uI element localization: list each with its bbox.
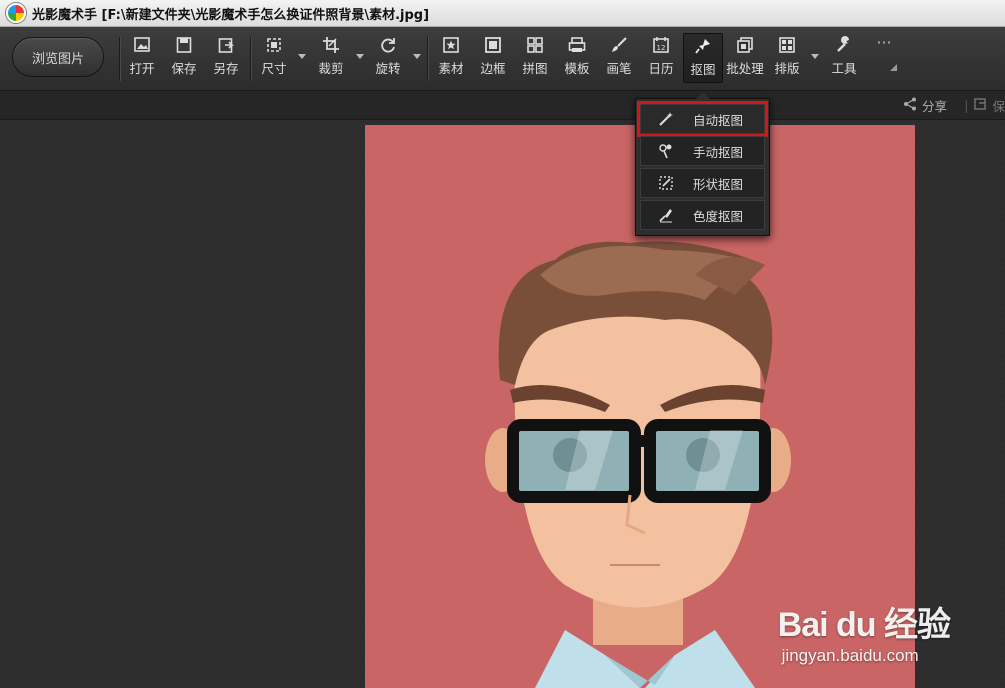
more-icon: ···: [876, 33, 892, 52]
calendar-button[interactable]: 12 日历: [641, 35, 681, 83]
share-icon: [903, 97, 917, 114]
expand-corner-icon[interactable]: [890, 64, 897, 71]
resize-icon: [264, 35, 284, 55]
border-button[interactable]: 边框: [473, 35, 513, 83]
crop-button[interactable]: 裁剪: [311, 35, 351, 83]
crop-icon: [321, 35, 341, 55]
size-button[interactable]: 尺寸: [254, 35, 294, 83]
baidu-watermark: Bai du 经验 jingyan.baidu.com: [777, 597, 951, 666]
share-label: 分享: [921, 99, 947, 114]
save-icon: [174, 35, 194, 55]
layout-button[interactable]: 排版: [767, 35, 807, 83]
manual-cutout-icon: [655, 140, 677, 162]
menu-item-shape-cutout[interactable]: 形状抠图: [640, 168, 765, 198]
more-button[interactable]: ···: [864, 33, 904, 81]
menu-item-manual-cutout[interactable]: 手动抠图: [640, 136, 765, 166]
save-as-icon: [216, 35, 236, 55]
size-label: 尺寸: [261, 61, 287, 76]
secondary-bar: 分享 | 保: [0, 91, 1005, 120]
menu-item-chroma-cutout[interactable]: 色度抠图: [640, 200, 765, 230]
collage-label: 拼图: [522, 61, 548, 76]
crop-label: 裁剪: [318, 61, 344, 76]
cutout-icon: [693, 36, 713, 56]
chroma-cutout-icon: [655, 204, 677, 226]
main-toolbar: 浏览图片 打开 保存 另存 尺寸 裁剪 旋转 素材 边框 拼图 模板 画笔 12…: [0, 27, 1005, 91]
menu-item-auto-cutout[interactable]: 自动抠图: [637, 101, 768, 137]
template-label: 模板: [564, 61, 590, 76]
share-button[interactable]: 分享: [903, 96, 947, 115]
secondary-save-label: 保: [992, 99, 1005, 114]
calendar-day-text: 12: [657, 44, 666, 52]
template-icon: [567, 35, 587, 55]
rotate-icon: [378, 35, 398, 55]
collage-button[interactable]: 拼图: [515, 35, 555, 83]
save-as-button[interactable]: 另存: [206, 35, 246, 83]
save-label: 保存: [171, 61, 197, 76]
shape-cutout-icon: [655, 172, 677, 194]
layout-dropdown-caret[interactable]: [811, 54, 819, 59]
watermark-logo: Bai du 经验: [777, 606, 951, 644]
tools-label: 工具: [831, 61, 857, 76]
material-button[interactable]: 素材: [431, 35, 471, 83]
brush-button[interactable]: 画笔: [599, 35, 639, 83]
rotate-dropdown-caret[interactable]: [413, 54, 421, 59]
collage-icon: [525, 35, 545, 55]
browse-images-button[interactable]: 浏览图片: [12, 37, 104, 77]
layout-icon: [777, 35, 797, 55]
menu-item-label: 形状抠图: [693, 176, 744, 192]
toolbar-separator: [250, 37, 251, 81]
secondary-save-icon: [973, 97, 987, 114]
tools-button[interactable]: 工具: [824, 35, 864, 83]
menu-item-label: 自动抠图: [693, 112, 744, 128]
crop-dropdown-caret[interactable]: [356, 54, 364, 59]
batch-button[interactable]: 批处理: [725, 35, 765, 83]
rotate-label: 旋转: [375, 61, 401, 76]
border-label: 边框: [480, 61, 506, 76]
save-button[interactable]: 保存: [164, 35, 204, 83]
cutout-dropdown-menu: 自动抠图 手动抠图 形状抠图 色度抠图: [635, 92, 770, 236]
image-canvas[interactable]: Bai du 经验 jingyan.baidu.com: [0, 120, 1005, 688]
window-title: 光影魔术手 [F:\新建文件夹\光影魔术手怎么换证件照背景\素材.jpg]: [32, 7, 430, 23]
save-as-label: 另存: [213, 61, 239, 76]
secondary-save-button[interactable]: | 保: [964, 96, 1005, 115]
toolbar-separator: [119, 37, 120, 81]
brush-label: 画笔: [606, 61, 632, 76]
size-dropdown-caret[interactable]: [298, 54, 306, 59]
menu-item-label: 色度抠图: [693, 208, 744, 224]
calendar-icon: 12: [651, 35, 671, 55]
template-button[interactable]: 模板: [557, 35, 597, 83]
batch-icon: [735, 35, 755, 55]
cutout-button[interactable]: 抠图: [683, 33, 723, 83]
cutout-label: 抠图: [690, 62, 716, 77]
open-label: 打开: [129, 61, 155, 76]
open-button[interactable]: 打开: [122, 35, 162, 83]
divider: |: [964, 98, 969, 113]
toolbar-separator: [427, 37, 428, 81]
title-bar: 光影魔术手 [F:\新建文件夹\光影魔术手怎么换证件照背景\素材.jpg]: [0, 0, 1005, 27]
calendar-label: 日历: [648, 61, 674, 76]
watermark-url: jingyan.baidu.com: [781, 646, 919, 665]
batch-label: 批处理: [726, 61, 764, 76]
wrench-icon: [834, 35, 854, 55]
material-label: 素材: [438, 61, 464, 76]
menu-item-label: 手动抠图: [693, 144, 744, 160]
layout-label: 排版: [774, 61, 800, 76]
brush-icon: [609, 35, 629, 55]
border-icon: [483, 35, 503, 55]
rotate-button[interactable]: 旋转: [368, 35, 408, 83]
material-icon: [441, 35, 461, 55]
app-logo-icon: [6, 3, 26, 23]
magic-wand-icon: [655, 108, 677, 130]
open-image-icon: [132, 35, 152, 55]
